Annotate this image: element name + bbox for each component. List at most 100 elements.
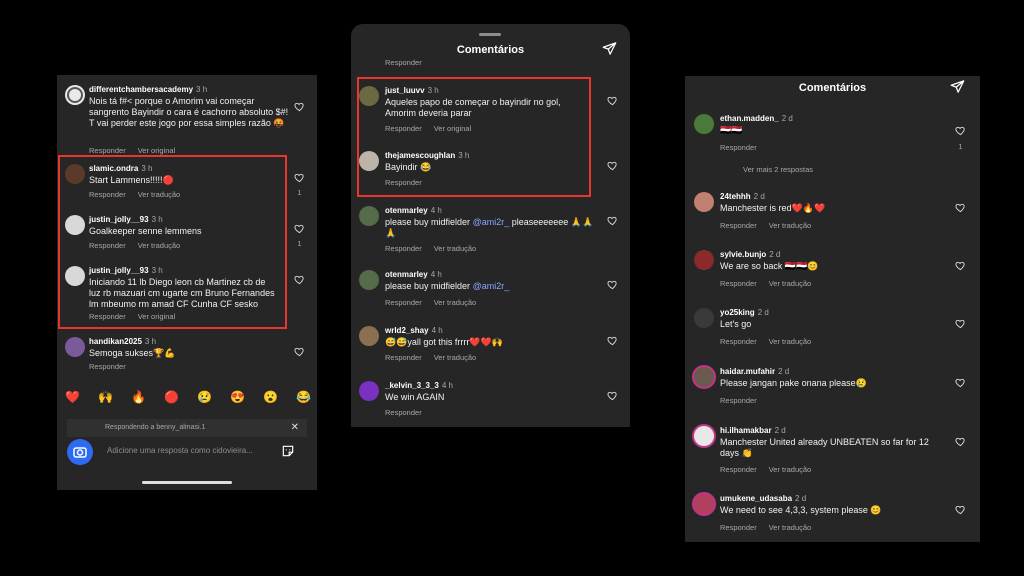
close-icon[interactable]: ✕ bbox=[291, 419, 299, 437]
like-heart-icon[interactable] bbox=[294, 274, 305, 285]
translate-link[interactable]: Ver original bbox=[434, 124, 472, 133]
like-heart-icon[interactable] bbox=[294, 223, 305, 234]
reply-button[interactable]: Responder bbox=[89, 241, 126, 250]
reply-button[interactable]: Responder bbox=[89, 312, 126, 321]
reply-button[interactable]: Responder bbox=[385, 58, 422, 67]
avatar[interactable] bbox=[694, 494, 714, 514]
emoji-reaction[interactable]: 😍 bbox=[230, 390, 245, 404]
like-heart-icon[interactable] bbox=[955, 202, 966, 213]
reply-button[interactable]: Responder bbox=[385, 353, 422, 362]
emoji-reaction[interactable]: 😮 bbox=[263, 390, 278, 404]
mention-link[interactable]: @ami2r_ bbox=[473, 281, 510, 291]
camera-icon[interactable] bbox=[67, 439, 93, 465]
like-heart-icon[interactable] bbox=[607, 390, 618, 401]
comment-username[interactable]: thejamescoughlan 3 h bbox=[385, 151, 469, 160]
reply-input[interactable]: Adicione uma resposta como cidovieira... bbox=[107, 446, 253, 455]
comment-username[interactable]: justin_jolly__93 3 h bbox=[89, 215, 163, 224]
reply-button[interactable]: Responder bbox=[385, 178, 422, 187]
like-heart-icon[interactable] bbox=[294, 172, 305, 183]
comment-username[interactable]: differentchambersacademy 3 h bbox=[89, 85, 207, 94]
translate-link[interactable]: Ver original bbox=[138, 146, 176, 155]
reply-button[interactable]: Responder bbox=[385, 408, 422, 417]
avatar[interactable] bbox=[359, 381, 379, 401]
comment-username[interactable]: ethan.madden_ 2 d bbox=[720, 114, 793, 123]
translate-link[interactable]: Ver tradução bbox=[138, 241, 181, 250]
like-heart-icon[interactable] bbox=[294, 346, 305, 357]
emoji-reaction[interactable]: ❤️ bbox=[65, 390, 80, 404]
reply-button[interactable]: Responder bbox=[89, 190, 126, 199]
emoji-reaction[interactable]: 🔥 bbox=[131, 390, 146, 404]
avatar[interactable] bbox=[359, 151, 379, 171]
translate-link[interactable]: Ver tradução bbox=[769, 337, 812, 346]
translate-link[interactable]: Ver tradução bbox=[138, 190, 181, 199]
reply-button[interactable]: Responder bbox=[720, 279, 757, 288]
like-heart-icon[interactable] bbox=[607, 160, 618, 171]
reply-button[interactable]: Responder bbox=[720, 396, 757, 405]
comment-username[interactable]: justin_jolly__93 3 h bbox=[89, 266, 163, 275]
comment-username[interactable]: hi.ilhamakbar 2 d bbox=[720, 426, 786, 435]
sheet-grabber[interactable] bbox=[479, 33, 501, 36]
comment-username[interactable]: slamic.ondra 3 h bbox=[89, 164, 152, 173]
reply-button[interactable]: Responder bbox=[720, 221, 757, 230]
avatar[interactable] bbox=[694, 308, 714, 328]
avatar[interactable] bbox=[359, 86, 379, 106]
emoji-reaction[interactable]: 🔴 bbox=[164, 390, 179, 404]
avatar[interactable] bbox=[694, 367, 714, 387]
avatar[interactable] bbox=[359, 206, 379, 226]
avatar[interactable] bbox=[694, 192, 714, 212]
translate-link[interactable]: Ver tradução bbox=[769, 221, 812, 230]
like-heart-icon[interactable] bbox=[607, 215, 618, 226]
avatar[interactable] bbox=[694, 114, 714, 134]
avatar[interactable] bbox=[65, 337, 85, 357]
reply-button[interactable]: Responder bbox=[89, 362, 126, 371]
emoji-reaction[interactable]: 🙌 bbox=[98, 390, 113, 404]
share-send-icon[interactable] bbox=[950, 79, 965, 94]
sticker-icon[interactable] bbox=[281, 444, 295, 458]
like-heart-icon[interactable] bbox=[955, 436, 966, 447]
comment-username[interactable]: umukene_udasaba 2 d bbox=[720, 494, 806, 503]
translate-link[interactable]: Ver tradução bbox=[434, 244, 477, 253]
avatar[interactable] bbox=[65, 215, 85, 235]
like-heart-icon[interactable] bbox=[607, 95, 618, 106]
comment-username[interactable]: sylvie.bunjo 2 d bbox=[720, 250, 780, 259]
translate-link[interactable]: Ver tradução bbox=[434, 353, 477, 362]
mention-link[interactable]: @ami2r_ bbox=[473, 217, 510, 227]
like-heart-icon[interactable] bbox=[955, 318, 966, 329]
reply-button[interactable]: Responder bbox=[385, 244, 422, 253]
reply-button[interactable]: Responder bbox=[720, 143, 757, 152]
translate-link[interactable]: Ver tradução bbox=[769, 465, 812, 474]
emoji-reaction[interactable]: 😂 bbox=[296, 390, 311, 404]
avatar[interactable] bbox=[65, 266, 85, 286]
translate-link[interactable]: Ver tradução bbox=[434, 298, 477, 307]
avatar[interactable] bbox=[359, 326, 379, 346]
like-heart-icon[interactable] bbox=[607, 279, 618, 290]
avatar[interactable] bbox=[65, 164, 85, 184]
like-heart-icon[interactable] bbox=[955, 377, 966, 388]
reply-button[interactable]: Responder bbox=[720, 337, 757, 346]
like-heart-icon[interactable] bbox=[955, 125, 966, 136]
reply-button[interactable]: Responder bbox=[385, 124, 422, 133]
reply-button[interactable]: Responder bbox=[385, 298, 422, 307]
comment-username[interactable]: _kelvin_3_3_3 4 h bbox=[385, 381, 453, 390]
comment-username[interactable]: wrld2_shay 4 h bbox=[385, 326, 443, 335]
comment-username[interactable]: otenmarley 4 h bbox=[385, 270, 442, 279]
like-heart-icon[interactable] bbox=[607, 335, 618, 346]
comment-username[interactable]: handikan2025 3 h bbox=[89, 337, 156, 346]
share-send-icon[interactable] bbox=[602, 41, 617, 56]
view-more-replies-link[interactable]: Ver mais 2 respostas bbox=[743, 165, 813, 174]
comment-username[interactable]: otenmarley 4 h bbox=[385, 206, 442, 215]
reply-button[interactable]: Responder bbox=[89, 146, 126, 155]
reply-button[interactable]: Responder bbox=[720, 465, 757, 474]
translate-link[interactable]: Ver tradução bbox=[769, 279, 812, 288]
like-heart-icon[interactable] bbox=[955, 260, 966, 271]
comment-username[interactable]: just_luuvv 3 h bbox=[385, 86, 439, 95]
translate-link[interactable]: Ver original bbox=[138, 312, 176, 321]
like-heart-icon[interactable] bbox=[294, 101, 305, 112]
avatar[interactable] bbox=[359, 270, 379, 290]
reply-button[interactable]: Responder bbox=[720, 523, 757, 532]
comment-username[interactable]: yo25king 2 d bbox=[720, 308, 769, 317]
avatar[interactable] bbox=[694, 250, 714, 270]
avatar[interactable] bbox=[694, 426, 714, 446]
emoji-reaction[interactable]: 😢 bbox=[197, 390, 212, 404]
avatar[interactable] bbox=[65, 85, 85, 105]
